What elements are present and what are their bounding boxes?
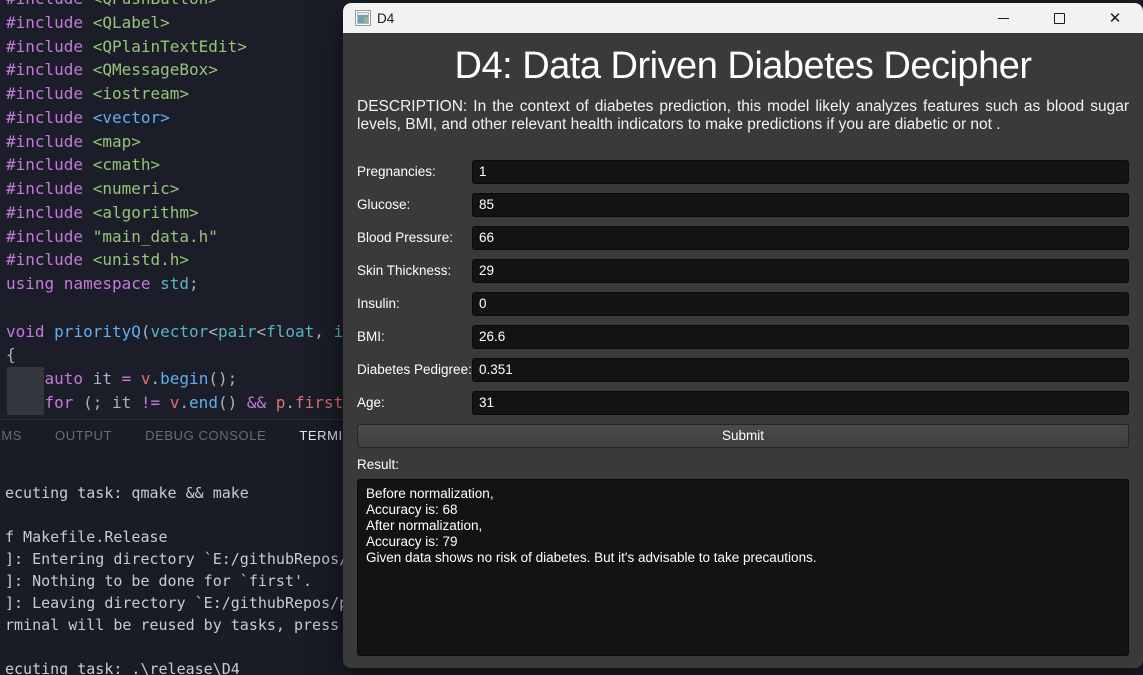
field-label: Glucose: [357, 197, 411, 213]
field-input-glucose[interactable] [472, 192, 1129, 217]
field-row: Glucose: [357, 192, 1129, 217]
dialog-titlebar: D4 ✕ [343, 3, 1143, 33]
field-input-diabetes-pedigree[interactable] [472, 357, 1129, 382]
app-window-icon [355, 10, 371, 26]
panel-tab-terminal[interactable]: TERMINAL [299, 428, 343, 443]
field-row: Age: [357, 390, 1129, 415]
code-line: void priorityQ(vector<pair<float, int [6, 321, 343, 341]
code-line: #include <QMessageBox> [6, 60, 218, 80]
maximize-icon [1053, 12, 1065, 24]
result-textarea[interactable]: Before normalization, Accuracy is: 68 Af… [357, 478, 1129, 656]
code-line: #include <cmath> [6, 155, 161, 175]
field-input-bmi[interactable] [472, 324, 1129, 349]
code-line: #include <algorithm> [6, 202, 199, 222]
terminal-output: ecuting task: qmake && make f Makefile.R… [0, 482, 343, 675]
close-button[interactable]: ✕ [1087, 3, 1143, 33]
code-line: #include <iostream> [6, 84, 190, 103]
code-line: #include "main_data.h" [6, 226, 218, 246]
terminal-line: ]: Nothing to be done for `first'. [5, 572, 313, 590]
panel-tab-output[interactable]: OUTPUT [55, 428, 112, 443]
code-line: #include <QLabel> [6, 12, 170, 32]
code-line: #include <QPushButton> [6, 0, 343, 11]
field-input-insulin[interactable] [472, 291, 1129, 316]
page-title: D4: Data Driven Diabetes Decipher [454, 45, 1033, 87]
field-row: BMI: [357, 324, 1129, 349]
close-icon: ✕ [1108, 9, 1122, 27]
field-input-skin-thickness[interactable] [472, 258, 1129, 283]
terminal-line: ecuting task: qmake && make [5, 484, 249, 502]
field-label: BMI: [357, 329, 385, 345]
field-label: Age: [357, 395, 385, 411]
field-input-blood-pressure[interactable] [472, 225, 1129, 250]
terminal-line: f Makefile.Release [5, 528, 168, 546]
submit-button[interactable]: Submit [357, 423, 1129, 448]
field-label: Blood Pressure: [357, 230, 454, 246]
code-area: #include <QPushButton>#include <QLabel> #… [6, 0, 343, 415]
code-line: #include <map> [6, 131, 141, 151]
field-row: Diabetes Pedigree: [357, 357, 1129, 382]
dialog-title: D4 [377, 10, 395, 26]
field-label: Diabetes Pedigree: [357, 362, 472, 378]
result-label: Result: [357, 456, 400, 472]
panel-tab-bar: PROBLEMS OUTPUT DEBUG CONSOLE TERMINAL [0, 420, 343, 450]
input-form: Pregnancies: Glucose: Blood Pressure: Skin … [357, 159, 1129, 415]
terminal-line: ecuting task: .\release\D4 [5, 660, 240, 675]
code-line: #include <numeric> [6, 179, 180, 198]
field-label: Pregnancies: [357, 164, 436, 180]
field-row: Blood Pressure: [357, 225, 1129, 250]
field-row: Skin Thickness: [357, 258, 1129, 283]
maximize-button[interactable] [1031, 3, 1087, 33]
code-line: auto it = v.begin(); [44, 369, 238, 388]
code-editor: #include <QPushButton>#include <QLabel> #… [0, 0, 343, 419]
field-row: Pregnancies: [357, 159, 1129, 184]
minimize-icon [997, 17, 1009, 19]
description-text: DESCRIPTION: In the context of diabetes … [357, 97, 1129, 134]
bottom-panel: PROBLEMS OUTPUT DEBUG CONSOLE TERMINAL ecut… [0, 419, 343, 675]
field-row: Insulin: [357, 291, 1129, 316]
terminal-line: ]: Leaving directory `E:/githubRepos/p [5, 594, 343, 612]
code-line: #include <QPlainTextEdit> [6, 36, 247, 56]
code-line: for (; it != v.end() && p.first [44, 392, 343, 412]
field-label: Skin Thickness: [357, 263, 452, 279]
window-controls: ✕ [975, 3, 1143, 33]
terminal-line: ]: Entering directory `E:/githubRepos/ [5, 550, 343, 568]
code-line: using namespace std; [6, 274, 199, 293]
dialog-body: D4: Data Driven Diabetes Decipher DESCRI… [343, 45, 1143, 656]
terminal-line: rminal will be reused by tasks, press [5, 616, 340, 634]
minimize-button[interactable] [975, 3, 1031, 33]
d4-dialog-window: D4 ✕ D4: Data Driven Diabetes Decipher D… [343, 3, 1143, 668]
field-input-age[interactable] [472, 390, 1129, 415]
field-label: Insulin: [357, 296, 400, 312]
code-line: #include <vector> [6, 107, 170, 127]
panel-tab-problems[interactable]: PROBLEMS [0, 428, 22, 443]
panel-tab-debug-console[interactable]: DEBUG CONSOLE [145, 428, 266, 443]
code-line: #include <unistd.h> [6, 250, 190, 270]
code-line: { [6, 345, 16, 365]
field-input-pregnancies[interactable] [472, 159, 1129, 184]
